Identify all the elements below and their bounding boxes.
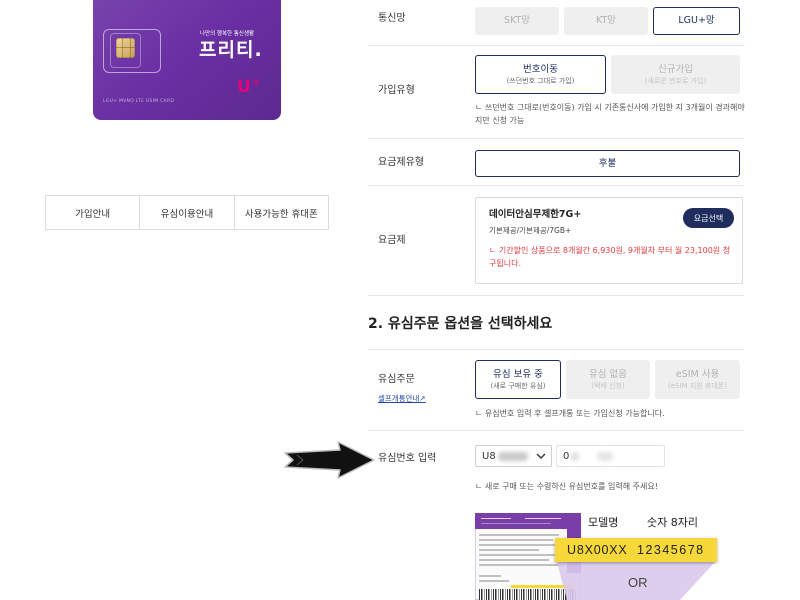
sim-tagline: 나만의 행복한 통신생활	[200, 31, 255, 37]
usim-order-label: 유심주문	[378, 374, 415, 385]
join-type-note: ㄴ 쓰던번호 그대로(번호이동) 가입 시 기존통신사에 가입한 지 3개월이 …	[475, 103, 745, 125]
lgu-logo-letter: U	[237, 77, 251, 97]
redacted-blur	[597, 451, 614, 461]
tab-usim-guide[interactable]: 유심이용안내	[140, 196, 235, 229]
select-value: U8	[482, 450, 496, 462]
option-title: 번호이동	[523, 63, 558, 75]
usim-owned-button[interactable]: 유심 보유 중 (새로 구매한 유심)	[475, 360, 561, 399]
option-subtitle: (eSIM 지원 휴대폰)	[668, 381, 727, 390]
digits-example: 12345678	[637, 543, 705, 557]
select-plan-button[interactable]: 요금선택	[683, 208, 734, 228]
join-type-port-button[interactable]: 번호이동 (쓰던번호 그대로 가입)	[475, 55, 606, 94]
network-label: 통신망	[378, 13, 406, 24]
usim-order-note: ㄴ 유심번호 입력 후 셀프개통 또는 가입신청 가능합니다.	[475, 409, 665, 418]
usim-none-button[interactable]: 유심 없음 (택배 신청)	[566, 360, 650, 399]
section-title: 2. 유심주문 옵션을 선택하세요	[368, 316, 553, 332]
option-label: KT망	[595, 15, 617, 26]
row-divider	[368, 430, 744, 431]
model-example: U8X00XX	[567, 543, 628, 557]
input-value: 0	[563, 450, 570, 462]
network-lgu-button[interactable]: LGU+망	[653, 7, 740, 35]
lgu-plus-logo: U+	[237, 77, 260, 100]
plan-discount-note: ㄴ 기간할인 상품으로 8개월간 6,930원, 9개월차 부터 월 23,10…	[489, 246, 731, 268]
sim-chip-icon	[116, 38, 135, 58]
join-type-label: 가입유형	[378, 85, 415, 96]
esim-button[interactable]: eSIM 사용 (eSIM 지원 휴대폰)	[655, 360, 740, 399]
option-label: LGU+망	[678, 15, 715, 26]
usim-number-input[interactable]: 0	[556, 445, 665, 467]
option-title: 신규가입	[658, 63, 693, 75]
option-subtitle: (택배 신청)	[591, 381, 625, 390]
row-divider	[368, 185, 744, 186]
usim-number-label: 유심번호 입력	[378, 453, 437, 464]
selected-plan-card: 데이터안심무제한7G+ 기본제공/기본제공/7GB+ 요금선택 ㄴ 기간할인 상…	[475, 197, 743, 284]
option-label: SKT망	[503, 15, 531, 26]
lgu-logo-plus: +	[251, 77, 261, 88]
network-kt-button[interactable]: KT망	[564, 7, 648, 35]
plan-name: 데이터안심무제한7G+	[489, 209, 582, 220]
model-name-label: 모델명	[588, 516, 619, 529]
row-divider	[368, 295, 744, 296]
digits-label: 숫자 8자리	[647, 516, 698, 529]
redacted-blur	[497, 451, 528, 461]
usim-number-note: ㄴ 새로 구매 또는 수령하신 유심번호를 입력해 주세요!	[475, 482, 658, 491]
option-label: 후불	[598, 157, 617, 169]
self-activation-guide-link[interactable]: 셀프개통안내↗	[378, 394, 426, 404]
network-skt-button[interactable]: SKT망	[475, 7, 559, 35]
arrow-right-icon	[284, 441, 375, 479]
or-label: OR	[628, 575, 648, 590]
usim-number-example-box: U8X00XX 12345678	[555, 538, 717, 562]
usim-model-select[interactable]: U8	[475, 445, 552, 467]
option-subtitle: (새로운 번호로 가입)	[644, 76, 707, 85]
chevron-down-icon	[536, 453, 546, 459]
option-title: eSIM 사용	[675, 368, 720, 380]
info-tabs: 가입안내 유심이용안내 사용가능한 휴대폰	[45, 195, 329, 230]
join-type-new-button[interactable]: 신규가입 (새로운 번호로 가입)	[611, 55, 740, 94]
tab-join-guide[interactable]: 가입안내	[46, 196, 141, 229]
option-subtitle: (쓰던번호 그대로 가입)	[506, 76, 575, 85]
usim-card-image: 나만의 행복한 통신생활 프리티. U+ LGU+ MVNO LTE USIM …	[93, 0, 281, 120]
option-title: 유심 없음	[589, 368, 627, 380]
brand-logo: 프리티.	[199, 39, 263, 61]
row-divider	[368, 45, 744, 46]
row-divider	[368, 138, 744, 139]
option-title: 유심 보유 중	[493, 368, 543, 380]
link-text: 셀프개통안내	[378, 394, 420, 403]
plan-details: 기본제공/기본제공/7GB+	[489, 226, 572, 235]
plan-type-label: 요금제유형	[378, 157, 424, 168]
row-divider	[368, 349, 744, 350]
sim-caption: LGU+ MVNO LTE USIM CARD	[103, 99, 175, 104]
tab-compatible-phones[interactable]: 사용가능한 휴대폰	[235, 196, 328, 229]
usim-number-guide-image: 모델명 숫자 8자리 U8X00XX 12345678 OR	[475, 513, 742, 600]
option-subtitle: (새로 구매한 유심)	[490, 381, 546, 390]
external-link-icon: ↗	[419, 394, 426, 403]
plan-type-postpaid-button[interactable]: 후불	[475, 150, 740, 177]
plan-label: 요금제	[378, 235, 406, 246]
redacted-blur	[571, 451, 580, 461]
